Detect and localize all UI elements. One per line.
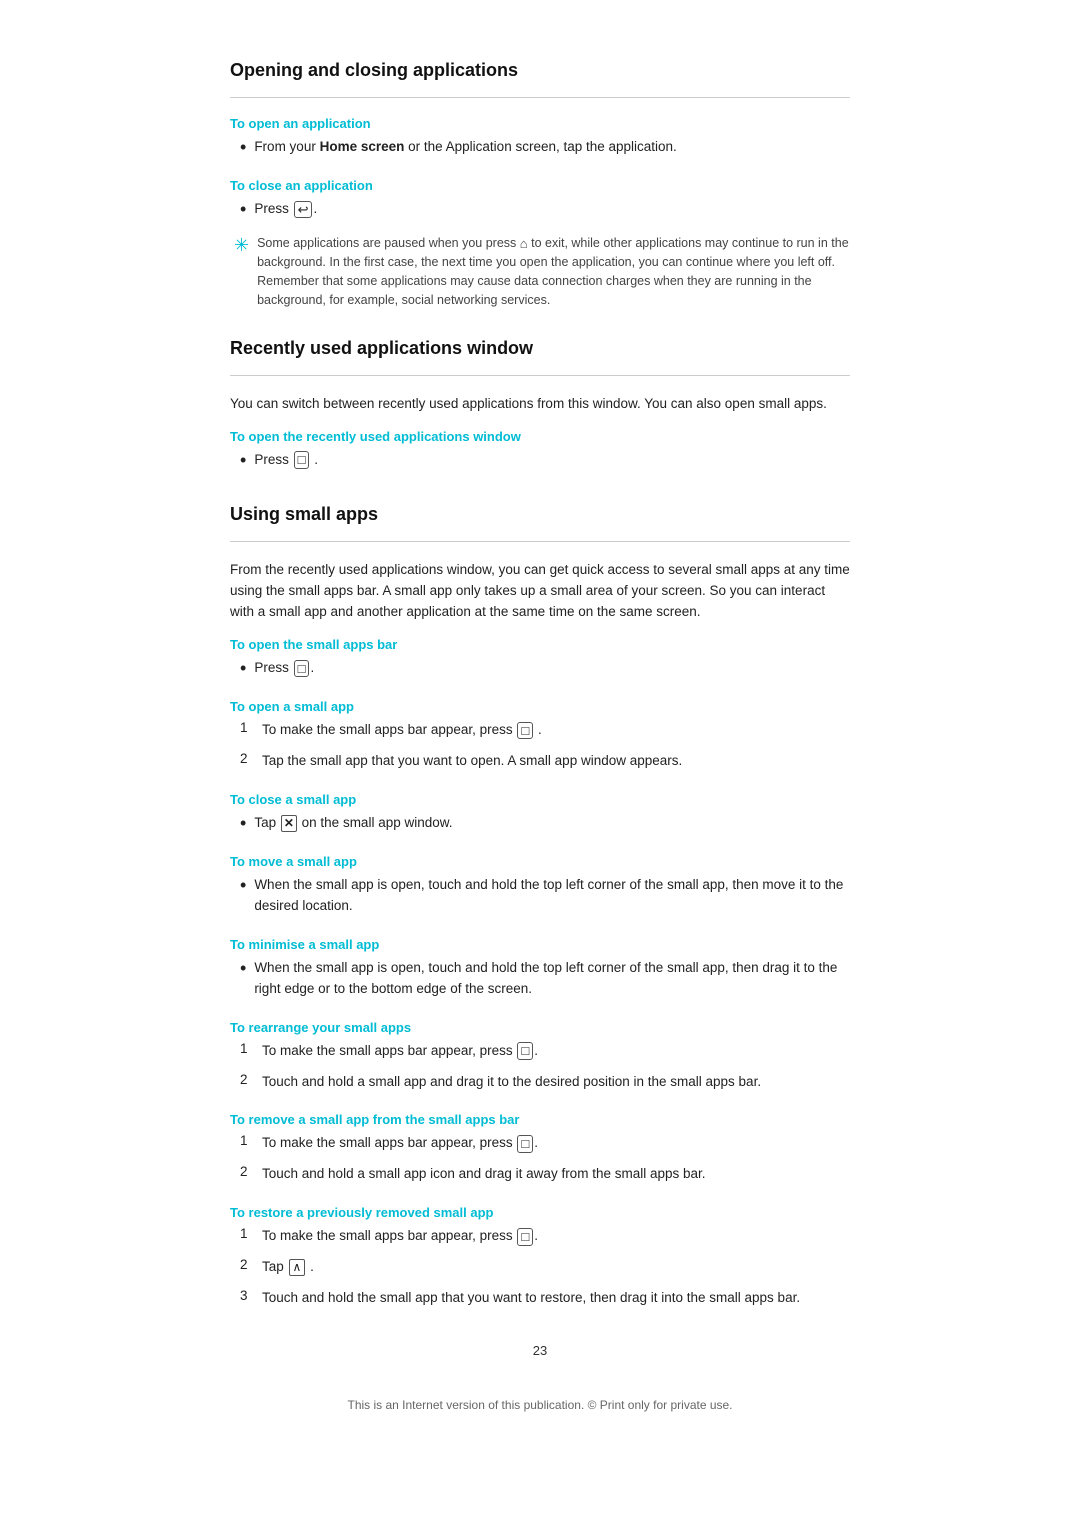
num-r2: 2 [240, 1072, 254, 1087]
num-r1: 1 [240, 1041, 254, 1056]
bullet-dot-3: • [240, 450, 246, 472]
page-footer: This is an Internet version of this publ… [230, 1398, 850, 1412]
bullet-dot-4: • [240, 658, 246, 680]
bullet-close-app-text: Press ↩. [254, 199, 317, 220]
bullet-open-bar: • Press □. [230, 658, 850, 685]
bullet-open-app-text: From your Home screen or the Application… [254, 137, 677, 158]
recents-icon-6: □ [517, 1228, 533, 1246]
cyan-heading-open-recently: To open the recently used applications w… [230, 429, 850, 444]
page-number: 23 [230, 1343, 850, 1358]
numbered-restore-2-text: Tap ∧ . [262, 1257, 314, 1278]
cyan-heading-open-small: To open a small app [230, 699, 850, 714]
numbered-restore-1-text: To make the small apps bar appear, press… [262, 1226, 538, 1247]
section-small-apps: Using small apps From the recently used … [230, 504, 850, 1315]
numbered-restore-3-text: Touch and hold the small app that you wa… [262, 1288, 800, 1309]
cyan-heading-rearrange: To rearrange your small apps [230, 1020, 850, 1035]
cyan-heading-open-bar: To open the small apps bar [230, 637, 850, 652]
bullet-minimise-small: • When the small app is open, touch and … [230, 958, 850, 1006]
numbered-restore-1: 1 To make the small apps bar appear, pre… [230, 1226, 850, 1253]
close-x-icon: ✕ [281, 815, 297, 831]
num-1: 1 [240, 720, 254, 735]
bullet-minimise-small-text: When the small app is open, touch and ho… [254, 958, 850, 1000]
bullet-dot-5: • [240, 813, 246, 835]
recents-icon-3: □ [517, 722, 533, 740]
page-content: Opening and closing applications To open… [190, 0, 890, 1492]
section-recently-used: Recently used applications window You ca… [230, 338, 850, 477]
numbered-rearrange-1-text: To make the small apps bar appear, press… [262, 1041, 538, 1062]
numbered-open-small-1: 1 To make the small apps bar appear, pre… [230, 720, 850, 747]
recents-icon: □ [294, 451, 310, 469]
tip-box-close-app: ✳ Some applications are paused when you … [230, 234, 850, 310]
recently-used-intro: You can switch between recently used app… [230, 394, 850, 415]
recents-icon-2: □ [294, 660, 310, 678]
numbered-rearrange-2-text: Touch and hold a small app and drag it t… [262, 1072, 761, 1093]
recents-icon-4: □ [517, 1042, 533, 1060]
tip-text-close-app: Some applications are paused when you pr… [257, 234, 850, 310]
num-2: 2 [240, 751, 254, 766]
bullet-open-recently: • Press □ . [230, 450, 850, 477]
bullet-dot: • [240, 137, 246, 159]
section-divider-2 [230, 375, 850, 376]
section-heading-open-close: Opening and closing applications [230, 60, 850, 81]
back-icon: ↩ [294, 201, 313, 219]
section-heading-small-apps: Using small apps [230, 504, 850, 525]
bullet-close-small-text: Tap ✕ on the small app window. [254, 813, 452, 834]
numbered-open-small-2: 2 Tap the small app that you want to ope… [230, 751, 850, 778]
cyan-heading-restore: To restore a previously removed small ap… [230, 1205, 850, 1220]
arrow-up-icon: ∧ [289, 1259, 306, 1275]
tip-sun-icon: ✳ [234, 234, 249, 257]
numbered-rearrange-1: 1 To make the small apps bar appear, pre… [230, 1041, 850, 1068]
num-rs1: 1 [240, 1226, 254, 1241]
numbered-open-small-1-text: To make the small apps bar appear, press… [262, 720, 542, 741]
bullet-open-app: • From your Home screen or the Applicati… [230, 137, 850, 164]
bullet-move-small-text: When the small app is open, touch and ho… [254, 875, 850, 917]
bullet-move-small: • When the small app is open, touch and … [230, 875, 850, 923]
numbered-rearrange-2: 2 Touch and hold a small app and drag it… [230, 1072, 850, 1099]
cyan-heading-open-app: To open an application [230, 116, 850, 131]
num-rm1: 1 [240, 1133, 254, 1148]
numbered-remove-1-text: To make the small apps bar appear, press… [262, 1133, 538, 1154]
cyan-heading-minimise-small: To minimise a small app [230, 937, 850, 952]
bullet-close-small: • Tap ✕ on the small app window. [230, 813, 850, 840]
section-heading-recently-used: Recently used applications window [230, 338, 850, 359]
bullet-open-bar-text: Press □. [254, 658, 314, 679]
cyan-heading-remove: To remove a small app from the small app… [230, 1112, 850, 1127]
section-divider-3 [230, 541, 850, 542]
section-divider [230, 97, 850, 98]
numbered-restore-2: 2 Tap ∧ . [230, 1257, 850, 1284]
bullet-dot-2: • [240, 199, 246, 221]
cyan-heading-close-app: To close an application [230, 178, 850, 193]
num-rs3: 3 [240, 1288, 254, 1303]
cyan-heading-close-small: To close a small app [230, 792, 850, 807]
bullet-close-app: • Press ↩. [230, 199, 850, 226]
bullet-dot-6: • [240, 875, 246, 897]
cyan-heading-move-small: To move a small app [230, 854, 850, 869]
section-open-close: Opening and closing applications To open… [230, 60, 850, 310]
numbered-open-small-2-text: Tap the small app that you want to open.… [262, 751, 682, 772]
bullet-open-recently-text: Press □ . [254, 450, 318, 471]
numbered-restore-3: 3 Touch and hold the small app that you … [230, 1288, 850, 1315]
numbered-remove-1: 1 To make the small apps bar appear, pre… [230, 1133, 850, 1160]
small-apps-intro: From the recently used applications wind… [230, 560, 850, 623]
num-rs2: 2 [240, 1257, 254, 1272]
bullet-dot-7: • [240, 958, 246, 980]
num-rm2: 2 [240, 1164, 254, 1179]
numbered-remove-2-text: Touch and hold a small app icon and drag… [262, 1164, 706, 1185]
numbered-remove-2: 2 Touch and hold a small app icon and dr… [230, 1164, 850, 1191]
recents-icon-5: □ [517, 1135, 533, 1153]
